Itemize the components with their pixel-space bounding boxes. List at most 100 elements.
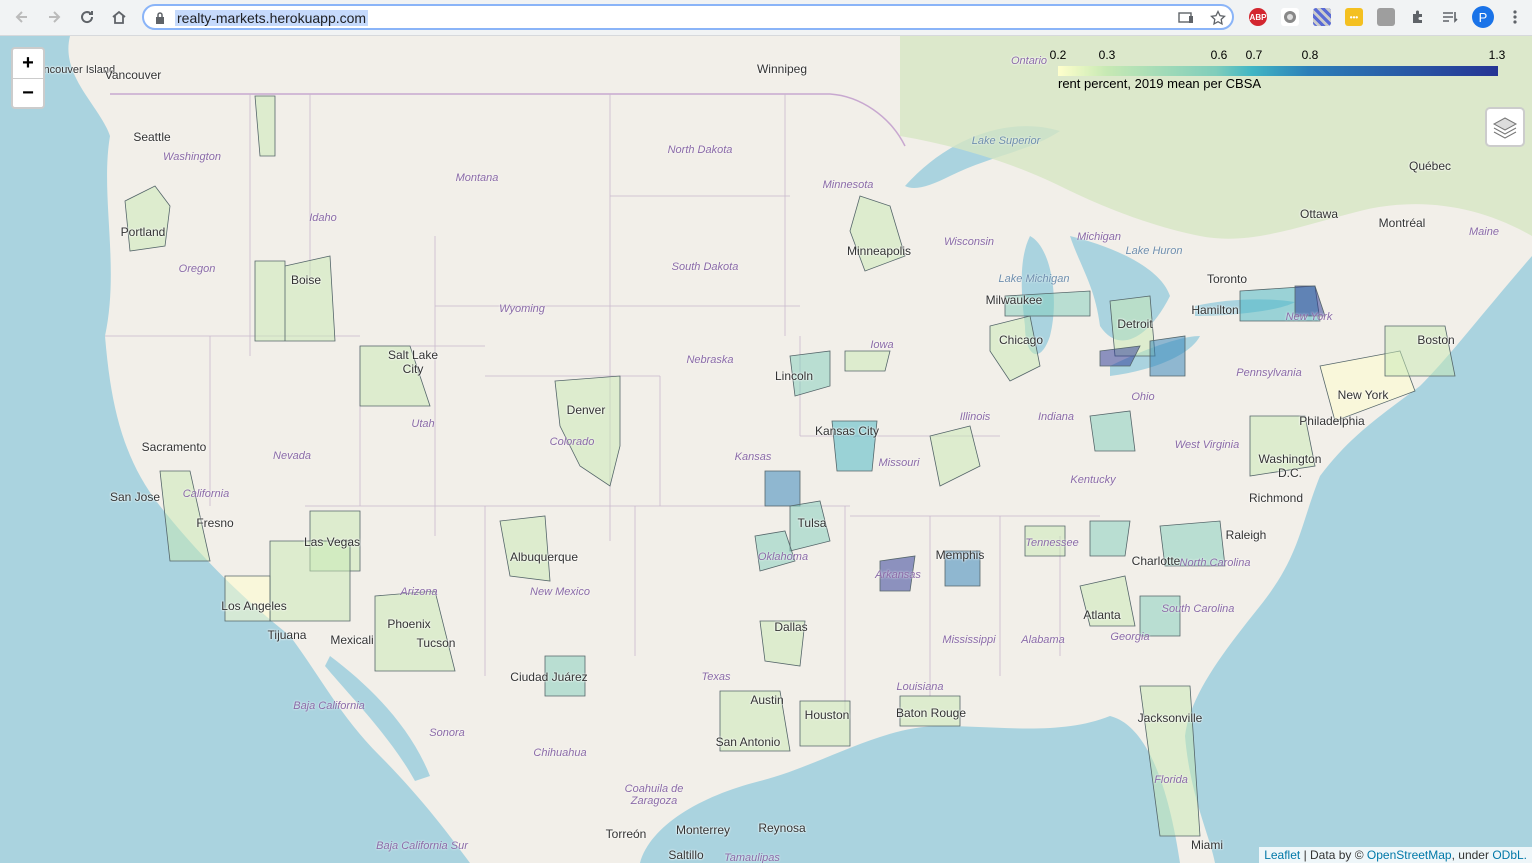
city-label: Albuquerque [509,550,579,564]
city-label: Los Angeles [221,599,287,613]
cbsa-florida [1139,685,1201,837]
city-label: Tulsa [797,516,827,530]
pattern-extension-icon[interactable] [1313,8,1331,26]
city-label: San Jose [109,490,161,504]
city-label: Atlanta [1083,608,1121,622]
state-label: Florida [1154,774,1188,786]
city-label: Chicago [998,333,1044,347]
cbsa-kansas [764,470,801,507]
city-label: Houston [804,708,850,722]
state-label: Illinois [959,411,991,423]
cbsa-cleveland [1149,335,1186,377]
zoom-out-button[interactable]: − [13,79,43,108]
state-label: South Dakota [671,261,739,273]
yellow-extension-icon[interactable]: ••• [1345,8,1363,26]
cbsa-minneapolis [849,195,906,272]
attribution-text: , under [1451,848,1493,862]
state-label: Pennsylvania [1236,367,1302,379]
map-canvas[interactable]: Vancouver Island Vancouver Winnipeg Onta… [0,36,1532,863]
cbsa-denver [554,375,621,487]
layers-icon [1492,117,1518,139]
install-app-icon[interactable] [1177,9,1195,27]
state-label: California [182,488,230,500]
state-label: Kansas [734,451,772,463]
city-label: Dallas [774,620,808,634]
city-label: Detroit [1117,317,1153,331]
city-label: Austin [750,693,784,707]
back-icon[interactable] [10,5,34,29]
state-label: Lake Michigan [998,273,1070,285]
reload-icon[interactable] [75,5,99,29]
forward-icon[interactable] [42,5,66,29]
state-label: Washington [163,151,221,163]
city-label: Lincoln [774,369,814,383]
state-label: Tamaulipas [724,852,780,863]
city-label: Torreón [605,827,647,841]
city-label: Mexicali [330,633,374,647]
city-label: Washington D.C. [1258,452,1322,480]
menu-icon[interactable] [1503,5,1527,29]
state-label: Arizona [400,586,438,598]
cbsa-phoenix [374,590,456,672]
cbsa-toledo [1099,345,1141,367]
state-label: Nebraska [686,354,734,366]
city-label: Charlotte [1131,554,1181,568]
cbsa-chicago [989,315,1041,382]
circle-extension-icon[interactable] [1281,8,1299,26]
state-label: Nevada [273,450,311,462]
city-label: San Antonio [715,735,781,749]
state-label: Indiana [1037,411,1075,423]
adblock-icon[interactable]: ABP [1249,8,1267,26]
legend-tick: 0.8 [1301,48,1319,62]
state-label: Louisiana [896,681,944,693]
city-label: Vancouver [104,68,162,82]
cbsa-nashville [1089,520,1131,557]
profile-avatar[interactable]: P [1472,6,1494,28]
state-label: Missouri [878,457,920,469]
star-icon[interactable] [1209,9,1227,27]
city-label: Sacramento [141,440,207,454]
home-icon[interactable] [107,5,131,29]
city-label: Jacksonville [1137,711,1203,725]
city-label: Denver [566,403,606,417]
state-label: Ohio [1131,391,1155,403]
state-label: Texas [701,671,731,683]
layers-button[interactable] [1485,107,1525,147]
state-label: Mississippi [942,634,996,646]
cbsa-portland [124,185,171,252]
city-label: Toronto [1206,272,1248,286]
lock-icon[interactable] [151,9,169,27]
leaflet-link[interactable]: Leaflet [1264,848,1300,862]
reading-list-icon[interactable] [1441,8,1459,26]
city-label: New York [1337,388,1389,402]
state-label: Chihuahua [533,747,587,759]
city-label: Québec [1408,159,1452,173]
zoom-in-button[interactable]: + [13,49,43,79]
city-label: Fresno [196,516,234,530]
city-label: Seattle [133,130,171,144]
odbl-link[interactable]: ODbL. [1492,848,1527,862]
city-label: Raleigh [1225,528,1267,542]
state-label: Lake Huron [1125,245,1183,257]
state-label: Baja California Sur [376,840,468,852]
legend-tick: 0.3 [1098,48,1116,62]
state-label: Michigan [1076,231,1122,243]
osm-link[interactable]: OpenStreetMap [1367,848,1452,862]
legend-tick: 0.2 [1049,48,1067,62]
url-text[interactable]: realty-markets.herokuapp.com [175,10,369,26]
state-label: North Carolina [1179,557,1251,569]
address-bar[interactable]: realty-markets.herokuapp.com [142,4,1234,30]
state-label: Wisconsin [943,236,995,248]
cbsa-south-carolina [1139,595,1181,637]
legend-tick: 0.6 [1210,48,1228,62]
puzzle-icon[interactable] [1409,8,1427,26]
city-label: Milwaukee [985,293,1043,307]
city-label: Phoenix [387,617,431,631]
city-label: Hamilton [1191,303,1239,317]
city-label: Baton Rouge [895,706,967,720]
city-label: Saltillo [668,848,704,862]
gray-extension-icon[interactable] [1377,8,1395,26]
legend-tick: 0.7 [1245,48,1263,62]
city-label: Ontario [1010,55,1048,67]
cbsa-boise [254,255,336,342]
